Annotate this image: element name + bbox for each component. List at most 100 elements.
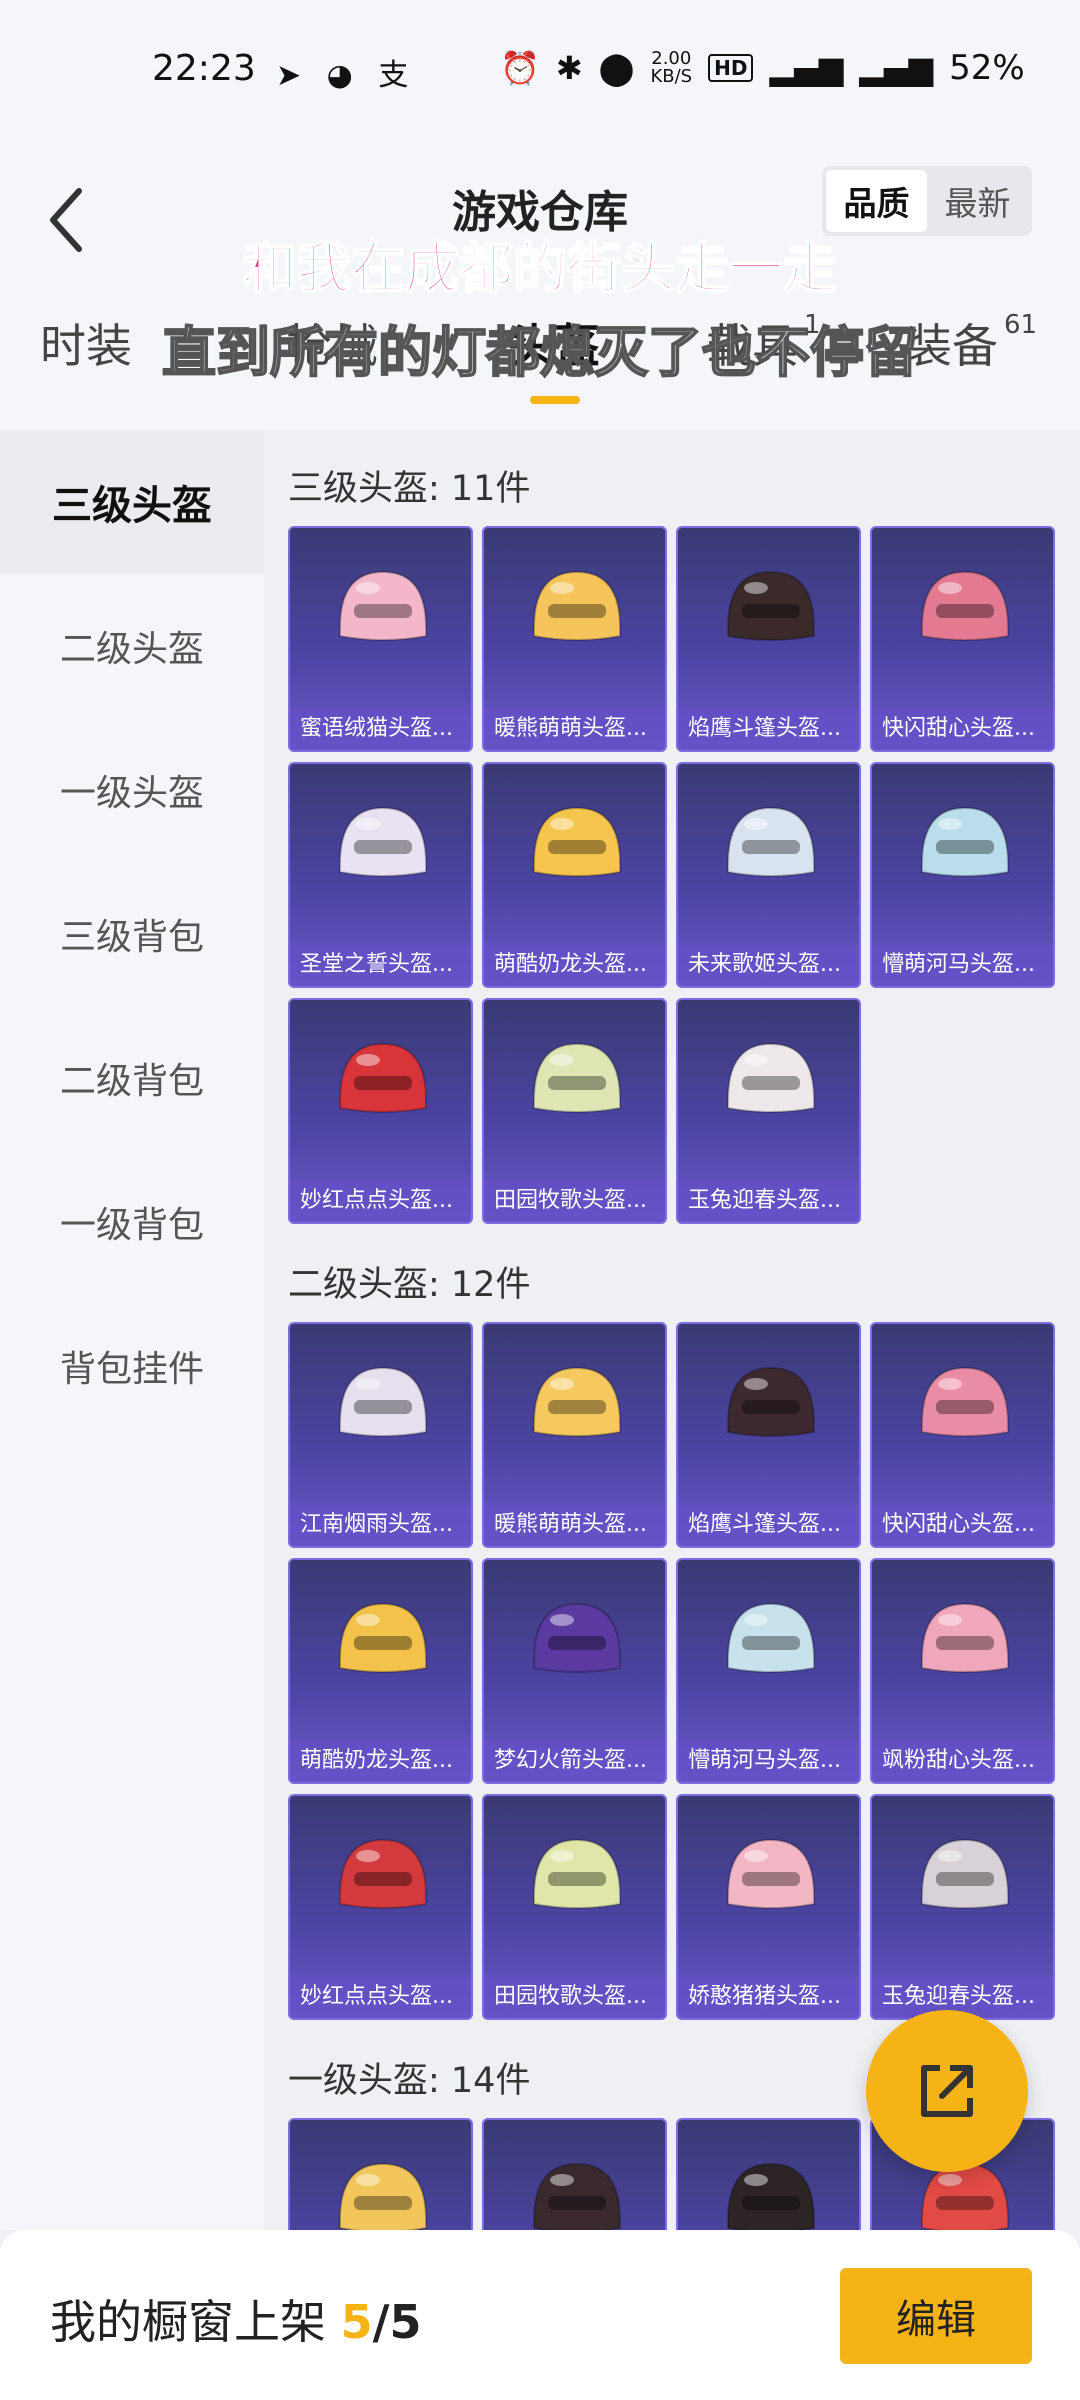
helmet-card[interactable]: 飒粉甜心头盔... [870, 1558, 1055, 1784]
helmet-name: 焰鹰斗篷头盔... [678, 708, 859, 750]
helmet-name: 蜜语绒猫头盔... [290, 708, 471, 750]
helmet-card[interactable]: 妙红点点头盔... [288, 1794, 473, 2020]
bottom-bar: 我的橱窗上架 5/5 编辑 [0, 2230, 1080, 2400]
item-grid: 三级头盔: 11件 二级头盔: 12件 一级头盔: 14件 蜜语绒猫头盔... 暖… [264, 430, 1080, 2230]
helmet-name: 暖熊萌萌头盔... [484, 708, 665, 750]
helmet-name: 懵萌河马头盔... [872, 944, 1053, 986]
helmet-name: 圣堂之誓头盔... [290, 944, 471, 986]
helmet-icon [339, 1838, 427, 1909]
lyric-line-2: 直到所有的灯都熄灭了也不停留 [161, 320, 919, 385]
helmet-name: 娇憨猪猪头盔... [678, 1976, 859, 2018]
sidebar: 三级头盔 二级头盔 一级头盔 三级背包 二级背包 一级背包 背包挂件 [0, 430, 264, 2230]
helmet-icon [533, 1838, 621, 1909]
helmet-name: 萌酷奶龙头盔... [290, 1740, 471, 1782]
helmet-icon [727, 1838, 815, 1909]
sidebar-item-backpack-charm[interactable]: 背包挂件 [0, 1294, 264, 1438]
helmet-card[interactable]: 玉兔迎春头盔... [676, 998, 861, 1224]
section-title-level1: 一级头盔: 14件 [288, 2061, 531, 2101]
edit-button[interactable]: 编辑 [840, 2268, 1032, 2364]
helmet-name: 暖熊萌萌头盔... [484, 1504, 665, 1546]
helmet-icon [533, 1042, 621, 1113]
status-bar: 22:23 ➤ ◕ 支 ⏰ ✱ ⬤ 2.00 KB/S HD ▂▄▆ ▂▄▆ 5… [0, 0, 1080, 140]
helmet-card[interactable]: 未来歌姬头盔... [676, 762, 861, 988]
status-right: ⏰ ✱ ⬤ 2.00 KB/S HD ▂▄▆ ▂▄▆ 52% [500, 48, 1025, 88]
alarm-icon: ⏰ [500, 49, 540, 87]
status-time: 22:23 [152, 48, 256, 89]
helmet-icon [533, 570, 621, 641]
helmet-card[interactable]: 快闪甜心头盔... [870, 526, 1055, 752]
helmet-icon [533, 1602, 621, 1673]
helmet-icon [339, 570, 427, 641]
sort-newest[interactable]: 最新 [927, 170, 1028, 232]
helmet-card[interactable]: 懵萌河马头盔... [870, 762, 1055, 988]
network-speed: 2.00 KB/S [650, 48, 693, 87]
helmet-name: 妙红点点头盔... [290, 1976, 471, 2018]
helmet-icon [727, 2162, 815, 2230]
sidebar-item-level1-backpack[interactable]: 一级背包 [0, 1150, 264, 1294]
section-title-level2: 二级头盔: 12件 [288, 1265, 531, 1305]
helmet-icon [339, 1042, 427, 1113]
helmet-name: 梦幻火箭头盔... [484, 1740, 665, 1782]
helmet-card[interactable]: 萌酷奶龙头盔... [482, 762, 667, 988]
helmet-name: 懵萌河马头盔... [678, 1740, 859, 1782]
helmet-name: 飒粉甜心头盔... [872, 1740, 1053, 1782]
helmet-name: 田园牧歌头盔... [484, 1976, 665, 2018]
active-tab-indicator [530, 396, 580, 404]
helmet-card[interactable]: 焰鹰斗篷头盔... [676, 526, 861, 752]
helmet-card[interactable]: 蜜语绒猫头盔... [288, 526, 473, 752]
helmet-name: 焰鹰斗篷头盔... [678, 1504, 859, 1546]
sidebar-item-level2-backpack[interactable]: 二级背包 [0, 1006, 264, 1150]
bluetooth-icon: ✱ [555, 49, 583, 87]
sidebar-item-level3-helmet[interactable]: 三级头盔 [0, 430, 264, 574]
notification-icons: ➤ ◕ 支 [276, 58, 417, 93]
helmet-icon [727, 570, 815, 641]
helmet-card[interactable]: 快闪甜心头盔... [870, 1322, 1055, 1548]
helmet-card[interactable]: 田园牧歌头盔... [482, 998, 667, 1224]
sidebar-item-level2-helmet[interactable]: 二级头盔 [0, 574, 264, 718]
helmet-card[interactable] [288, 2118, 473, 2230]
helmet-icon [921, 1838, 1009, 1909]
helmet-card[interactable] [482, 2118, 667, 2230]
helmet-card[interactable]: 田园牧歌头盔... [482, 1794, 667, 2020]
battery-level: 52% [949, 48, 1025, 88]
showcase-count: 5/5 [340, 2295, 422, 2349]
helmet-icon [921, 806, 1009, 877]
share-icon [921, 2065, 973, 2117]
header: 游戏仓库 品质 最新 时装 枪械 头盔 载具 1 装备 61 和我在成都的街头走一走… [0, 140, 1080, 430]
helmet-card[interactable]: 焰鹰斗篷头盔... [676, 1322, 861, 1548]
helmet-icon [921, 1366, 1009, 1437]
helmet-name: 快闪甜心头盔... [872, 708, 1053, 750]
helmet-card[interactable]: 娇憨猪猪头盔... [676, 1794, 861, 2020]
helmet-card[interactable]: 妙红点点头盔... [288, 998, 473, 1224]
share-button[interactable] [866, 2010, 1028, 2172]
location-icon: ⬤ [598, 49, 635, 87]
helmet-name: 萌酷奶龙头盔... [484, 944, 665, 986]
helmet-card[interactable]: 暖熊萌萌头盔... [482, 526, 667, 752]
helmet-icon [921, 570, 1009, 641]
helmet-name: 快闪甜心头盔... [872, 1504, 1053, 1546]
helmet-icon [533, 2162, 621, 2230]
helmet-name: 江南烟雨头盔... [290, 1504, 471, 1546]
helmet-icon [339, 1602, 427, 1673]
helmet-card[interactable]: 萌酷奶龙头盔... [288, 1558, 473, 1784]
helmet-icon [533, 806, 621, 877]
helmet-icon [727, 1366, 815, 1437]
helmet-card[interactable]: 玉兔迎春头盔... [870, 1794, 1055, 2020]
helmet-card[interactable]: 圣堂之誓头盔... [288, 762, 473, 988]
helmet-card[interactable]: 懵萌河马头盔... [676, 1558, 861, 1784]
sidebar-item-level3-backpack[interactable]: 三级背包 [0, 862, 264, 1006]
lyric-line-1: 和我在成都的街头走一走 [242, 236, 838, 301]
helmet-name: 未来歌姬头盔... [678, 944, 859, 986]
helmet-icon [533, 1366, 621, 1437]
helmet-icon [727, 806, 815, 877]
helmet-card[interactable]: 江南烟雨头盔... [288, 1322, 473, 1548]
helmet-icon [921, 1602, 1009, 1673]
helmet-icon [727, 1602, 815, 1673]
helmet-card[interactable]: 梦幻火箭头盔... [482, 1558, 667, 1784]
sort-quality[interactable]: 品质 [826, 170, 927, 232]
hd-badge: HD [708, 54, 754, 82]
helmet-card[interactable] [676, 2118, 861, 2230]
sidebar-item-level1-helmet[interactable]: 一级头盔 [0, 718, 264, 862]
helmet-icon [339, 1366, 427, 1437]
helmet-card[interactable]: 暖熊萌萌头盔... [482, 1322, 667, 1548]
